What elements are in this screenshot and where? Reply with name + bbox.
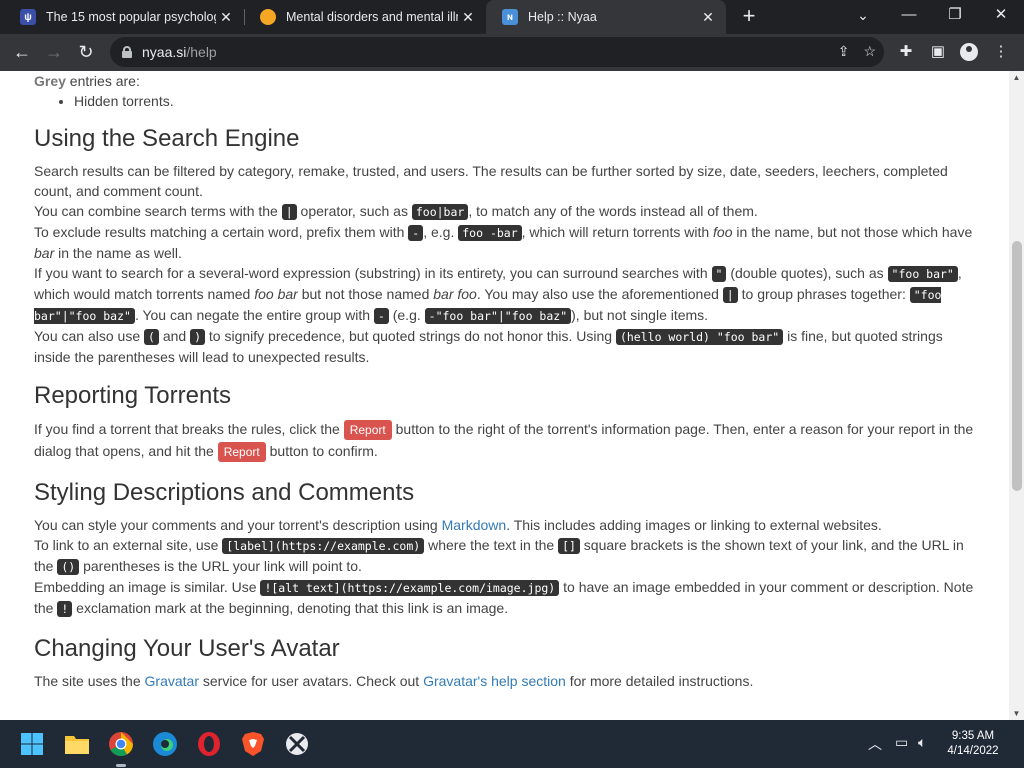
avatar-paragraph: The site uses the Gravatar service for u… [34,673,754,689]
new-tab-button[interactable]: + [736,4,762,30]
lock-icon[interactable] [122,46,132,58]
edge-icon[interactable] [151,730,179,758]
gravatar-help-link[interactable]: Gravatar's help section [423,673,566,689]
clock-date: 4/14/2022 [947,745,999,757]
styling-heading: Styling Descriptions and Comments [34,479,415,506]
report-button[interactable]: Report [217,442,266,462]
list-item: Hidden torrents. [74,91,979,111]
close-icon[interactable]: ✕ [216,9,236,26]
bookmark-star-icon[interactable]: ☆ [863,43,876,60]
tab-title: The 15 most popular psychology [46,10,216,24]
gravatar-link[interactable]: Gravatar [145,673,199,689]
avatar-heading: Changing Your User's Avatar [34,635,340,662]
windows-taskbar: ︿ ▭ 🔈︎ 9:35 AM 4/14/2022 [0,720,1024,768]
search-paragraph-exclude: To exclude results matching a certain wo… [34,224,973,261]
clock-time: 9:35 AM [951,730,995,742]
network-icon[interactable]: ▭ [895,734,908,751]
address-bar[interactable]: nyaa.si/help ⇪ ☆ [110,37,884,67]
tab-title: Mental disorders and mental illne [286,10,458,24]
close-icon[interactable]: ✕ [458,9,478,26]
chrome-icon[interactable] [107,730,135,758]
circle-icon [260,9,276,25]
search-paragraph-quotes: If you want to search for a several-word… [34,265,962,324]
tab-title: Help :: Nyaa [528,10,597,24]
scroll-down-arrow-icon[interactable]: ▼ [1009,709,1024,718]
forward-arrow-icon[interactable]: → [40,38,68,66]
search-heading: Using the Search Engine [34,125,300,152]
reporting-paragraph: If you find a torrent that breaks the ru… [34,418,979,462]
grey-entries-line: Grey entries are: [34,73,140,89]
search-paragraph-or: You can combine search terms with the | … [34,203,758,220]
grey-entries-list: Hidden torrents. [74,91,979,111]
brave-icon[interactable] [239,730,267,758]
windows-start-icon[interactable] [18,730,46,758]
scroll-up-arrow-icon[interactable]: ▲ [1009,73,1024,82]
url-text[interactable]: nyaa.si/help [142,44,217,60]
psychology-icon: ψ [20,9,36,25]
share-icon[interactable]: ⇪ [838,43,850,60]
side-panel-icon[interactable]: ▣ [927,41,949,63]
close-window-button[interactable]: ✕ [978,0,1024,34]
report-button[interactable]: Report [343,420,392,440]
nyaa-icon: ɴ [502,9,518,25]
reload-icon[interactable]: ↻ [72,38,100,66]
help-content: Grey entries are: Hidden torrents. Using… [34,71,979,691]
tab-psychology[interactable]: ψ The 15 most popular psychology ✕ [4,0,244,34]
scrollbar-thumb[interactable] [1012,241,1022,491]
styling-paragraph-image: Embedding an image is similar. Use ![alt… [34,579,974,617]
page-viewport: Grey entries are: Hidden torrents. Using… [0,71,1024,720]
tab-mental-disorders[interactable]: Mental disorders and mental illne ✕ [244,0,486,34]
tab-strip: ψ The 15 most popular psychology ✕ Menta… [0,0,1024,34]
search-paragraph-filter: Search results can be filtered by catego… [34,163,948,199]
styling-paragraph-markdown: You can style your comments and your tor… [34,517,882,533]
search-paragraph-precedence: You can also use ( and ) to signify prec… [34,328,943,365]
close-icon[interactable]: ✕ [698,9,718,26]
extensions-puzzle-icon[interactable]: ✚ [895,41,917,63]
back-arrow-icon[interactable]: ← [8,38,36,66]
volume-icon[interactable]: 🔈︎ [918,734,926,751]
vertical-scrollbar[interactable]: ▲ ▼ [1009,71,1024,720]
opera-icon[interactable] [195,730,223,758]
file-explorer-icon[interactable] [63,730,91,758]
running-indicator [116,764,126,767]
profile-avatar-icon[interactable] [958,41,980,63]
tab-search-button[interactable]: ⌄ [840,0,886,34]
menu-dots-icon[interactable]: ⋮ [990,41,1012,63]
markdown-link[interactable]: Markdown [442,517,507,533]
browser-toolbar: ← → ↻ nyaa.si/help ⇪ ☆ ✚ ▣ ⋮ [0,34,1024,71]
styling-paragraph-link: To link to an external site, use [label]… [34,537,964,575]
minimize-button[interactable]: — [886,0,932,34]
restore-button[interactable]: ❐ [932,0,978,34]
tab-help-nyaa[interactable]: ɴ Help :: Nyaa ✕ [486,0,726,34]
system-clock[interactable]: 9:35 AM 4/14/2022 [938,729,1008,759]
xbox-icon[interactable] [283,730,311,758]
reporting-heading: Reporting Torrents [34,382,231,409]
chevron-up-icon[interactable]: ︿ [868,734,882,754]
